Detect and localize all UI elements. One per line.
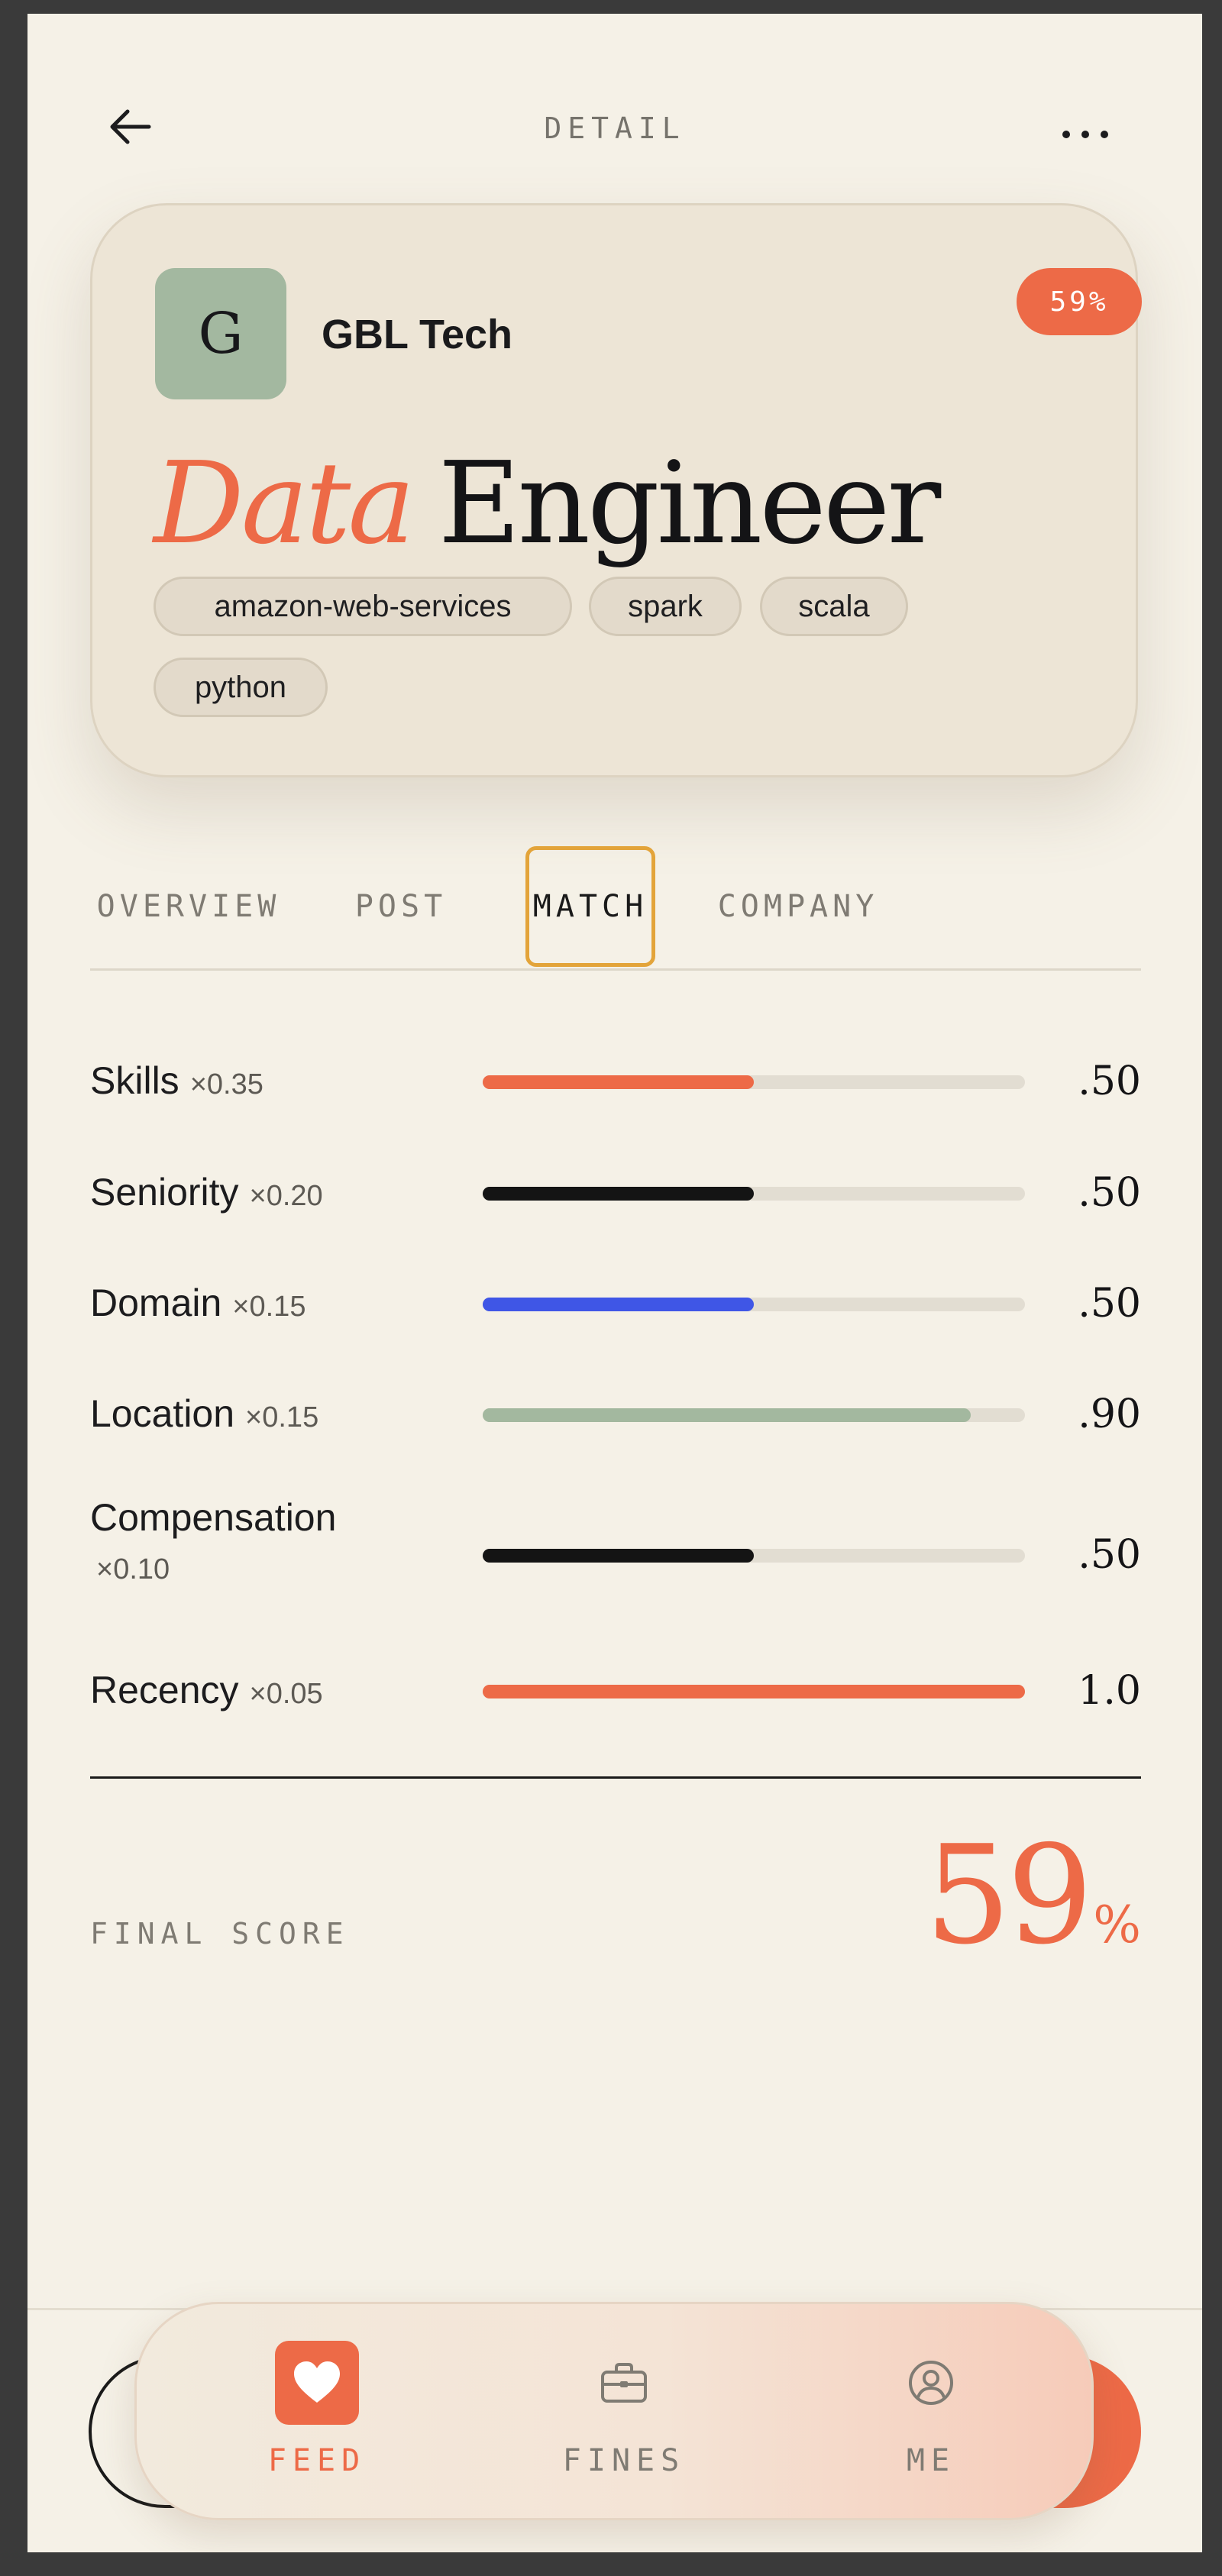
user-circle-icon [889,2341,973,2425]
metric-bar [483,1408,1025,1422]
tab-overview[interactable]: OVERVIEW [90,846,287,967]
tag-chip[interactable]: amazon-web-services [154,577,572,636]
final-score-unit: % [1093,1896,1141,1954]
metric-row: Seniority ×0.20 .50 [90,1156,1141,1233]
score-divider [90,1776,1141,1779]
metric-bar [483,1549,1025,1563]
metric-value: 1.0 [1078,1668,1141,1714]
metric-weight: ×0.10 [96,1553,170,1585]
company-logo: G [155,268,286,399]
metric-weight: ×0.15 [245,1401,319,1433]
metric-bar-fill [483,1549,754,1563]
metric-row: Location ×0.15 .90 [90,1378,1141,1454]
more-horizontal-icon [1062,131,1108,138]
metric-weight: ×0.15 [232,1291,306,1323]
metric-value: .90 [1078,1391,1141,1437]
company-name: GBL Tech [322,312,513,357]
heart-icon [275,2341,359,2425]
metric-weight: ×0.05 [249,1678,323,1710]
tag-chip[interactable]: python [154,658,328,717]
metric-bar-fill [483,1298,754,1311]
app-screen: DETAIL G GBL Tech 59% Data Engineer amazo… [27,14,1202,2552]
nav-feed[interactable]: FEED [202,2304,432,2523]
briefcase-icon [582,2341,666,2425]
metric-row: Domain ×0.15 .50 [90,1267,1141,1343]
tab-company[interactable]: COMPANY [710,846,886,967]
metric-name: Seniority [90,1171,239,1214]
nav-fines-label: FINES [562,2443,686,2478]
metric-weight: ×0.35 [189,1068,263,1101]
metric-name: Compensation [90,1496,337,1539]
top-bar: DETAIL [27,14,1202,166]
job-card: G GBL Tech 59% Data Engineer amazon-web-s… [90,203,1142,777]
metric-name: Location [90,1392,235,1435]
metric-name: Recency [90,1669,239,1711]
tag-chip[interactable]: scala [760,577,908,636]
final-score: 59% [925,1816,1141,1974]
metric-row: Skills ×0.35 .50 [90,1045,1141,1121]
metric-bar-fill [483,1685,1025,1698]
metric-bar [483,1187,1025,1201]
more-options-button[interactable] [1055,104,1116,165]
metric-bar-fill [483,1187,754,1201]
metric-bar [483,1075,1025,1089]
nav-me-label: ME [906,2443,956,2478]
job-title-rest: Engineer [438,438,942,569]
tab-match[interactable]: MATCH [525,846,655,967]
metric-row: Compensation ×0.10 .50 [90,1495,1141,1618]
nav-me[interactable]: ME [816,2304,1046,2523]
page-title: DETAIL [544,112,686,145]
detail-tabs: OVERVIEW POST MATCH COMPANY [90,846,1141,971]
metric-bar [483,1298,1025,1311]
metric-value: .50 [1078,1532,1141,1578]
final-score-label: FINAL SCORE [90,1917,350,1951]
match-score-badge: 59% [1017,268,1142,335]
metric-value: .50 [1078,1170,1141,1216]
nav-fines[interactable]: FINES [509,2304,739,2523]
metric-value: .50 [1078,1059,1141,1104]
metric-bar [483,1685,1025,1698]
metric-row: Recency ×0.05 1.0 [90,1654,1141,1731]
job-title-accent: Data [154,438,415,569]
bottom-nav: FEED FINES ME [134,2302,1094,2520]
metric-bar-fill [483,1408,971,1422]
metric-name: Skills [90,1059,179,1102]
nav-feed-label: FEED [267,2443,367,2478]
metric-value: .50 [1078,1281,1141,1327]
metric-weight: ×0.20 [249,1180,323,1212]
tab-post[interactable]: POST [344,846,458,967]
job-title: Data Engineer [154,435,942,572]
metric-bar-fill [483,1075,754,1089]
metric-name: Domain [90,1282,222,1324]
tag-chip[interactable]: spark [589,577,742,636]
final-score-value: 59 [924,1816,1093,1974]
